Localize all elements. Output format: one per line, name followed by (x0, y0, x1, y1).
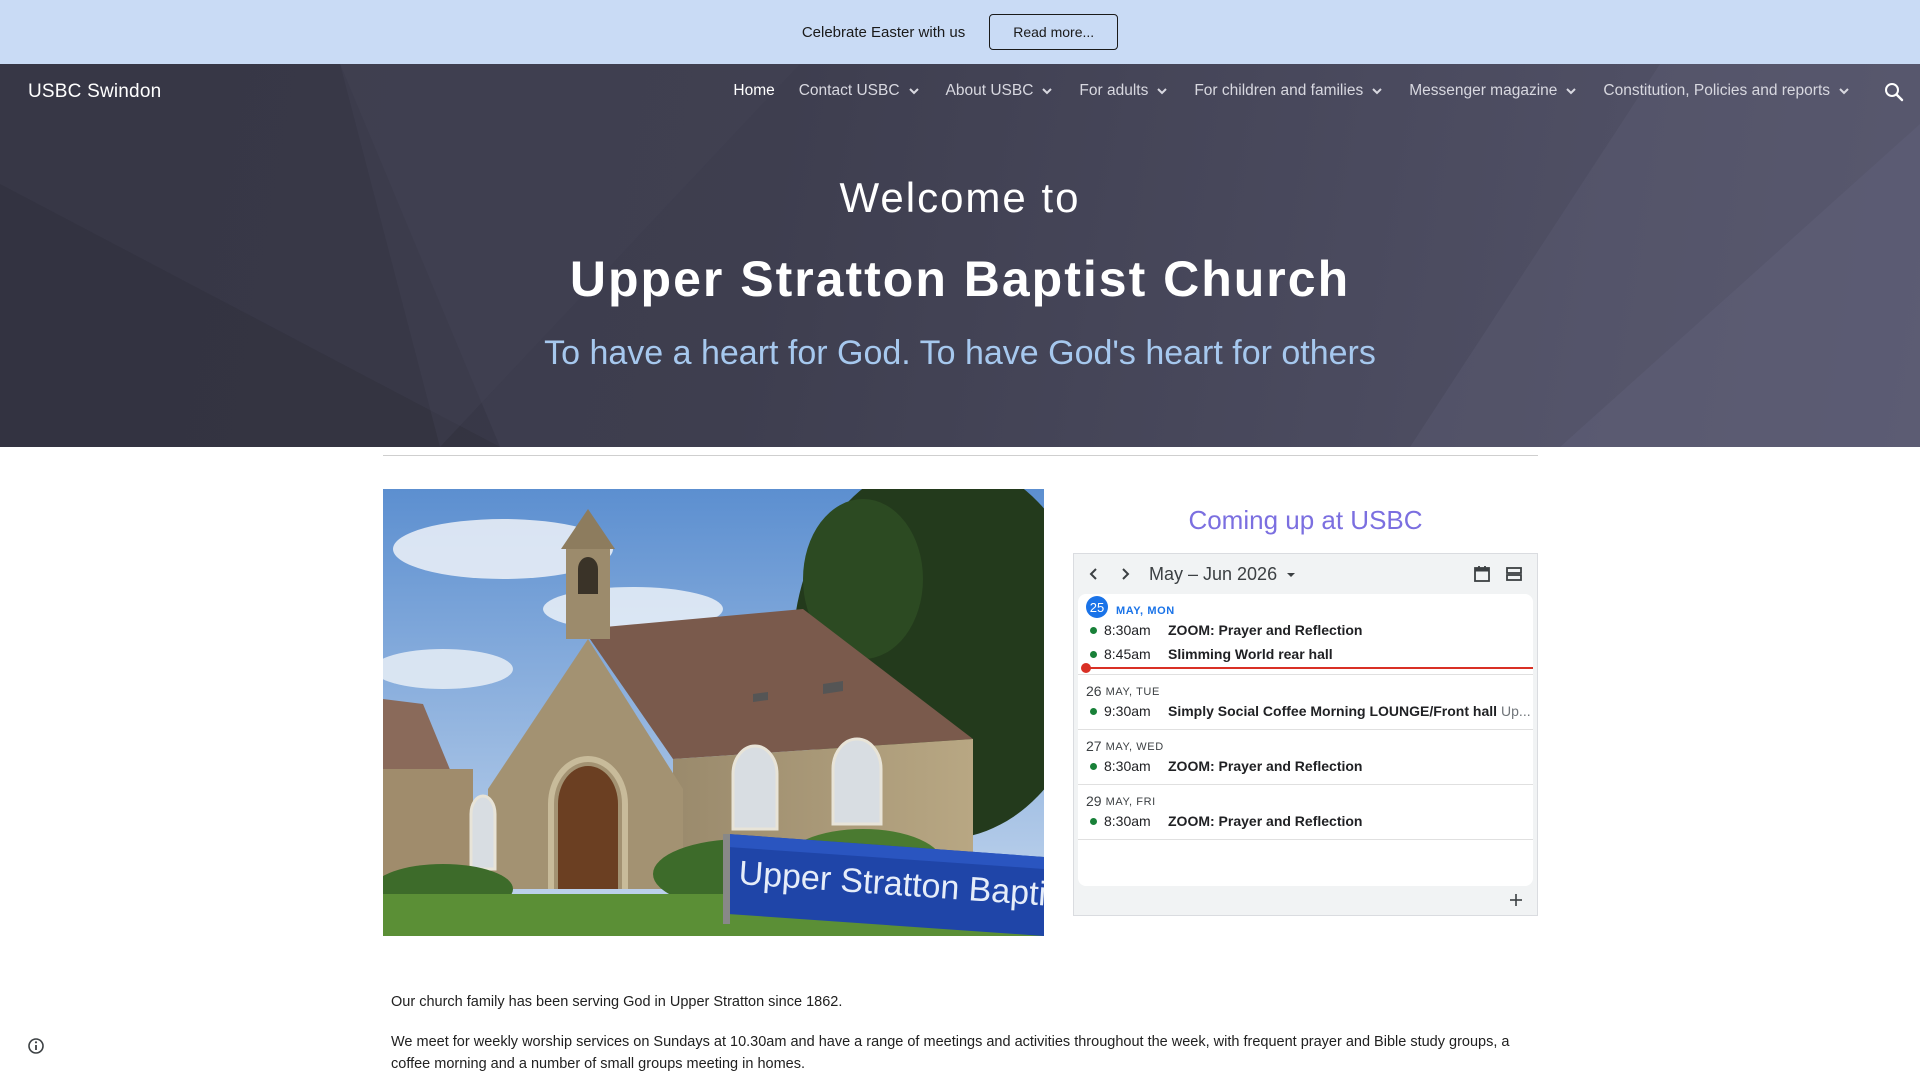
calendar-day-label: MAY, FRI (1105, 796, 1156, 808)
calendar-toolbar: May – Jun 2026 (1074, 554, 1537, 594)
calendar-day-header: 25 MAY, MON (1078, 594, 1533, 618)
church-photo: Upper Stratton Baptist Church (383, 489, 1044, 936)
nav-item-label: Messenger magazine (1409, 82, 1558, 99)
chevron-right-icon[interactable] (1115, 564, 1135, 584)
event-location: Up... (1501, 703, 1531, 719)
event-time: 9:30am (1104, 703, 1151, 719)
calendar-day-header: 29 MAY, FRI (1078, 785, 1533, 809)
nav-menu: Home Contact USBC About USBC For adults For … (709, 82, 1852, 100)
nav-item-label: About USBC (945, 82, 1034, 99)
event-time: 8:30am (1104, 622, 1151, 638)
nav-item-for-adults[interactable]: For adults (1079, 82, 1170, 100)
chevron-down-icon[interactable] (1563, 83, 1579, 99)
calendar-event[interactable]: 8:30am ZOOM: Prayer and Reflection (1078, 618, 1533, 642)
calendar-day-label: MAY, WED (1105, 741, 1164, 753)
event-dot (1090, 650, 1097, 658)
calendar-day: 26 MAY, TUE 9:30am Simply Social Coffee Mor… (1078, 675, 1533, 730)
nav-item-home[interactable]: Home (733, 82, 774, 100)
chevron-down-icon[interactable] (1154, 83, 1170, 99)
calendar-day-number[interactable]: 26 (1086, 683, 1102, 699)
agenda-view-icon[interactable] (1504, 564, 1524, 584)
search-icon[interactable] (1882, 80, 1906, 104)
calendar-day-number[interactable]: 27 (1086, 738, 1102, 754)
nav-item-for-children-and-families[interactable]: For children and families (1194, 82, 1385, 100)
calendar-day-header: 27 MAY, WED (1078, 730, 1533, 754)
nav-item-about-usbc[interactable]: About USBC (946, 82, 1056, 100)
banner-text: Celebrate Easter with us (801, 23, 966, 41)
calendar-day-number[interactable]: 29 (1086, 793, 1102, 809)
nav-item-label: For adults (1079, 82, 1149, 99)
add-to-calendar-icon[interactable] (1507, 891, 1525, 909)
calendar-day-header: 26 MAY, TUE (1078, 675, 1533, 699)
calendar-day-number[interactable]: 25 (1086, 596, 1108, 618)
info-icon[interactable] (27, 1037, 45, 1055)
calendar-day-label: MAY, TUE (1105, 686, 1160, 698)
calendar-day: 27 MAY, WED 8:30am ZOOM: Prayer and Reflect… (1078, 730, 1533, 785)
current-time-dot (1081, 663, 1091, 673)
calendar-event[interactable]: 8:45am Slimming World rear hall (1078, 642, 1533, 666)
chevron-down-icon[interactable] (1836, 83, 1852, 99)
event-dot (1090, 626, 1097, 634)
calendar-view-icon[interactable] (1472, 564, 1492, 584)
hero-header: USBC Swindon Home Contact USBC About USBC F… (0, 64, 1920, 447)
calendar-range-label: May – Jun 2026 (1149, 564, 1278, 584)
nav-item-label: Home (733, 82, 775, 99)
nav-item-constitution-policies-and-reports[interactable]: Constitution, Policies and reports (1603, 82, 1852, 100)
top-navigation: USBC Swindon Home Contact USBC About USBC F… (0, 64, 1920, 124)
event-dot (1090, 817, 1097, 825)
chevron-left-icon[interactable] (1084, 564, 1104, 584)
chevron-down-icon[interactable] (1039, 83, 1055, 99)
nav-item-label: For children and families (1194, 82, 1364, 99)
site-title[interactable]: USBC Swindon (28, 81, 161, 103)
event-title: Slimming World rear hall (1168, 646, 1333, 662)
event-dot (1090, 707, 1097, 715)
current-time-line (1086, 667, 1533, 669)
calendar-range-selector[interactable]: May – Jun 2026 (1149, 564, 1299, 585)
calendar-day-label: MAY, MON (1116, 605, 1175, 617)
calendar-widget: May – Jun 2026 25 MAY, MON 8:30am ZOOM: Pra… (1073, 553, 1538, 916)
event-time: 8:45am (1104, 646, 1151, 662)
calendar-agenda-list: 25 MAY, MON 8:30am ZOOM: Prayer and Reflect… (1078, 594, 1533, 886)
calendar-day: 29 MAY, FRI 8:30am ZOOM: Prayer and Reflect… (1078, 785, 1533, 840)
event-time: 8:30am (1104, 758, 1151, 774)
event-title: ZOOM: Prayer and Reflection (1168, 813, 1363, 829)
chevron-down-icon[interactable] (906, 83, 922, 99)
nav-item-label: Contact USBC (798, 82, 900, 99)
nav-item-messenger-magazine[interactable]: Messenger magazine (1409, 82, 1579, 100)
event-title: Simply Social Coffee Morning LOUNGE/Fron… (1168, 703, 1498, 719)
calendar-heading: Coming up at USBC (1188, 505, 1423, 535)
event-title: ZOOM: Prayer and Reflection (1168, 622, 1363, 638)
event-title: ZOOM: Prayer and Reflection (1168, 758, 1363, 774)
read-more-button[interactable]: Read more... (989, 14, 1119, 50)
hero-subtitle: To have a heart for God. To have God's h… (544, 334, 1376, 372)
intro-paragraph: Our church family has been serving God i… (391, 994, 843, 1010)
caret-down-icon (1287, 572, 1296, 577)
hero-title: Upper Stratton Baptist Church (569, 251, 1351, 307)
calendar-day: 25 MAY, MON 8:30am ZOOM: Prayer and Reflect… (1078, 594, 1533, 675)
calendar-event[interactable]: 8:30am ZOOM: Prayer and Reflection (1078, 754, 1533, 778)
worship-paragraph: We meet for weekly worship services on S… (391, 1034, 1510, 1072)
nav-item-label: Constitution, Policies and reports (1603, 82, 1830, 99)
chevron-down-icon[interactable] (1369, 83, 1385, 99)
calendar-event[interactable]: 9:30am Simply Social Coffee Morning LOUNG… (1078, 699, 1533, 723)
calendar-event[interactable]: 8:30am ZOOM: Prayer and Reflection (1078, 809, 1533, 833)
hero-welcome: Welcome to (839, 174, 1081, 221)
announcement-banner: Celebrate Easter with us Read more... (0, 0, 1920, 64)
nav-item-contact-usbc[interactable]: Contact USBC (799, 82, 922, 100)
event-dot (1090, 762, 1097, 770)
section-divider (383, 455, 1538, 456)
event-time: 8:30am (1104, 813, 1151, 829)
